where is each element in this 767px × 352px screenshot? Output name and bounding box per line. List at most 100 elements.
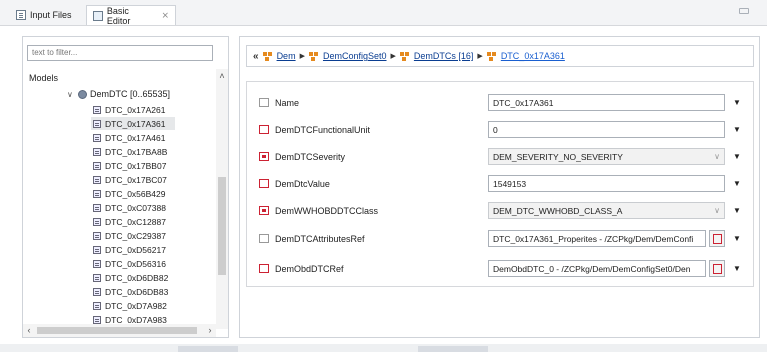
form-row-attributes-ref: DemDTCAttributesRef DTC_0x17A361_Properi… [247,229,753,249]
tree-item[interactable]: DTC_0x17BA8B [93,145,167,158]
attributes-ref-field[interactable]: DTC_0x17A361_Properites - /ZCPkg/Dem/Dem… [488,230,706,247]
tree-item[interactable]: DTC_0xD6DB82 [93,271,168,284]
minimize-button[interactable] [739,8,749,14]
breadcrumb-item-dtcs[interactable]: DemDTCs [16] [414,51,474,61]
dtc-icon [93,315,101,324]
row-label: Name [275,98,300,108]
module-icon [486,51,497,61]
dtc-icon [93,287,101,296]
dtc-icon [93,161,101,170]
reference-param-icon [259,234,269,243]
tree-item-label: DTC_0xD6DB82 [105,272,169,283]
breadcrumb-item-current[interactable]: DTC_0x17A361 [501,51,565,61]
reference-param-icon [259,264,269,273]
scroll-up-icon[interactable]: ˄ [216,71,228,81]
tree-horizontal-scrollbar[interactable]: ‹ › [23,324,216,337]
close-tab-icon[interactable]: ⨯ [161,10,169,21]
tree-item-label: DTC_0x17BB07 [105,160,167,171]
dtc-icon [93,231,101,240]
breadcrumb: « Dem ▶ DemConfigSet0 ▶ DemDTCs [16] ▶ D… [246,45,754,67]
dtc-icon [93,217,101,226]
chevron-down-icon[interactable]: ∨ [67,90,75,99]
tree-item-label: DTC_0xD6DB83 [105,286,169,297]
enum-param-icon [259,152,269,161]
obd-dtc-ref-field[interactable]: DemObdDTC_0 - /ZCPkg/Dem/DemConfigSet0/D… [488,260,706,277]
editor-tab-bar: Input Files Basic Editor ⨯ [0,0,767,26]
name-field[interactable]: DTC_0x17A361 [488,94,725,111]
dtc-icon [93,203,101,212]
form-row-dtc-value: DemDtcValue 1549153 ▼ [247,174,753,194]
select-reference-button[interactable] [709,260,725,277]
scroll-left-icon[interactable]: ‹ [23,325,35,335]
row-menu-icon[interactable]: ▼ [733,152,741,161]
tree-item[interactable]: DTC_0x17BB07 [93,159,166,172]
models-label: Models [29,73,59,83]
module-icon [262,51,273,61]
tree-item[interactable]: DTC_0xD6DB83 [93,285,168,298]
breadcrumb-item-configset[interactable]: DemConfigSet0 [323,51,387,61]
row-label: DemDTCFunctionalUnit [275,125,371,135]
tree-vertical-scrollbar[interactable]: ˄ [216,69,228,329]
select-reference-button[interactable] [709,230,725,247]
row-menu-icon[interactable]: ▼ [733,206,741,215]
bottom-divider [178,346,238,352]
bottom-status-strip [0,344,767,352]
row-menu-icon[interactable]: ▼ [733,234,741,243]
tree-item[interactable]: DTC_0xC29387 [93,229,166,242]
tree-item[interactable]: DTC_0x17A461 [93,131,165,144]
dtc-icon [93,175,101,184]
tree-item[interactable]: DTC_0xD7A982 [93,299,167,312]
row-menu-icon[interactable]: ▼ [733,98,741,107]
tree-item[interactable]: DTC_0xD56316 [93,257,166,270]
tab-basic-editor[interactable]: Basic Editor ⨯ [86,5,176,26]
tree-item[interactable]: DTC_0x56B429 [93,187,165,200]
tree-item-label: DTC_0x17A461 [105,132,166,143]
tree-item[interactable]: DTC_0xC07388 [93,201,166,214]
form-row-wwhobd-class: DemWWHOBDDTCClass DEM_DTC_WWHOBD_CLASS_A… [247,201,753,221]
enum-param-icon [259,206,269,215]
severity-select[interactable]: DEM_SEVERITY_NO_SEVERITY ∨ [488,148,725,165]
form-row-functional-unit: DemDTCFunctionalUnit 0 ▼ [247,120,753,140]
row-label: DemObdDTCRef [275,264,344,274]
dtc-icon [93,105,101,114]
tree-item-label: DTC_0x56B429 [105,188,166,199]
horizontal-scroll-thumb[interactable] [37,327,197,334]
container-icon [78,89,87,99]
tree-item[interactable]: DTC_0xC12887 [93,215,166,228]
row-label: DemDtcValue [275,179,330,189]
tree-item[interactable]: DTC_0x17BC07 [93,173,167,186]
integer-param-icon [259,125,269,134]
bottom-divider [418,346,488,352]
tree-item[interactable]: DTC_0xD56217 [93,243,166,256]
row-menu-icon[interactable]: ▼ [733,125,741,134]
wwhobd-class-value: DEM_DTC_WWHOBD_CLASS_A [493,206,623,216]
tree-item-label: DTC_0xC29387 [105,230,166,241]
form-row-obd-dtc-ref: DemObdDTCRef DemObdDTC_0 - /ZCPkg/Dem/De… [247,259,753,279]
tree-item-label: DTC_0xC12887 [105,216,166,227]
tree-item[interactable]: DTC_0x17A261 [93,103,165,116]
chevron-down-icon[interactable]: ∨ [714,206,720,215]
row-menu-icon[interactable]: ▼ [733,264,741,273]
tree-item-label: DTC_0xD56316 [105,258,166,269]
dtc-icon [93,133,101,142]
row-menu-icon[interactable]: ▼ [733,179,741,188]
chevron-down-icon[interactable]: ∨ [714,152,720,161]
scroll-right-icon[interactable]: › [204,325,216,335]
tab-input-files-label: Input Files [30,10,72,20]
dtc-value-field[interactable]: 1549153 [488,175,725,192]
row-label: DemDTCAttributesRef [275,234,365,244]
dtc-icon [93,245,101,254]
vertical-scroll-thumb[interactable] [218,177,226,275]
tree-root-demdtc[interactable]: ∨ DemDTC [0..65535] [67,89,170,99]
module-icon [308,51,319,61]
back-icon[interactable]: « [253,51,259,62]
dtc-icon [93,189,101,198]
breadcrumb-item-dem[interactable]: Dem [277,51,296,61]
filter-input[interactable]: text to filter... [27,45,213,61]
functional-unit-field[interactable]: 0 [488,121,725,138]
tree-item-selected[interactable]: DTC_0x17A361 [91,117,175,130]
wwhobd-class-select[interactable]: DEM_DTC_WWHOBD_CLASS_A ∨ [488,202,725,219]
form-row-severity: DemDTCSeverity DEM_SEVERITY_NO_SEVERITY … [247,147,753,167]
row-label: DemWWHOBDDTCClass [275,206,378,216]
tab-input-files[interactable]: Input Files [10,5,86,25]
